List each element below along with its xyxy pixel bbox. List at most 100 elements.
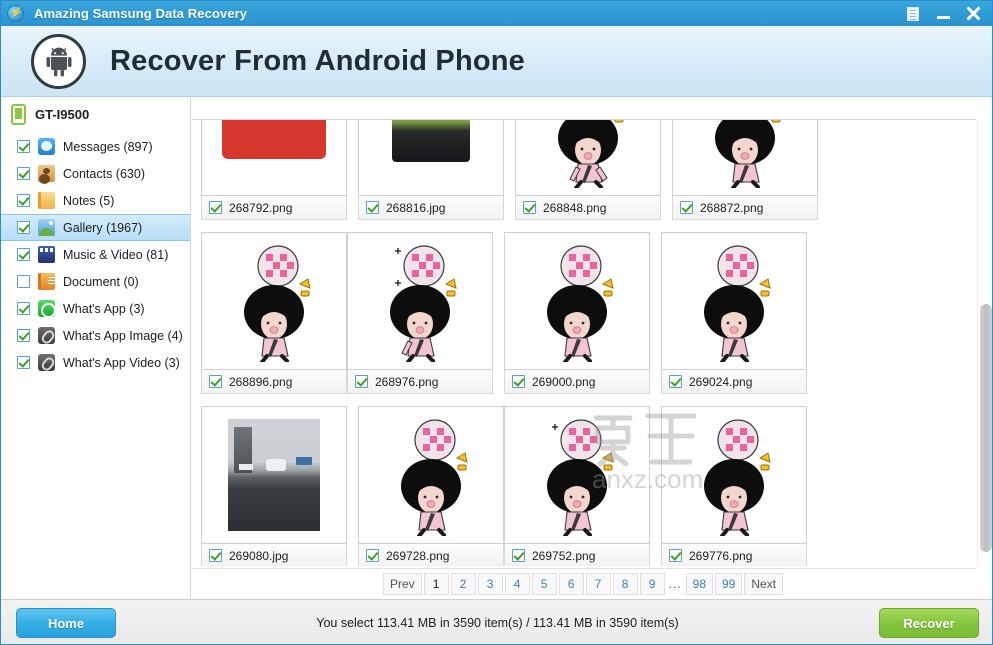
thumbnail-disco-dancer[interactable] [515,120,661,196]
checkbox-contacts[interactable] [17,167,30,180]
pagination-next[interactable]: Next [744,573,784,595]
checkbox-whatsapp-video[interactable] [17,356,30,369]
vertical-scrollbar[interactable] [977,119,992,566]
checkbox-gallery-item[interactable] [523,201,536,214]
gallery-item-name-row[interactable]: 268896.png [201,370,347,394]
gallery-item[interactable]: 269080.jpg [201,406,347,566]
sidebar: GT-I9500 Messages (897) Contacts (630) N… [1,98,191,599]
gallery-item-name-row[interactable]: 268848.png [515,196,661,220]
gallery-item[interactable]: 268816.jpg [358,120,504,220]
gallery-item[interactable]: 268976.png [347,232,493,394]
checkbox-gallery-item[interactable] [512,549,525,562]
pagination-page-99[interactable]: 99 [715,573,743,595]
gallery-item[interactable]: 269728.png [358,406,504,566]
sidebar-item-label: Notes (5) [63,193,115,208]
pagination-page-5[interactable]: 5 [531,573,557,595]
thumbnail-disco-dancer[interactable] [672,120,818,196]
thumbnail-disco-dancer[interactable] [358,406,504,544]
sidebar-item-label: Messages (897) [63,139,153,154]
gallery-item-name-row[interactable]: 268792.png [201,196,347,220]
thumbnail-disco-dancer[interactable] [661,232,807,370]
minimize-icon[interactable] [935,6,951,22]
sidebar-item-whatsapp-image[interactable]: What's App Image (4) [1,322,190,349]
checkbox-whatsapp[interactable] [17,302,30,315]
document-menu-icon[interactable] [905,6,921,22]
category-list: Messages (897) Contacts (630) Notes (5) … [1,133,190,376]
checkbox-gallery-item[interactable] [209,201,222,214]
scrollbar-thumb[interactable] [980,304,992,552]
thumbnail-grid-viewport: 268792.png 268816.jpg 268848.png 268872.… [192,119,976,566]
pagination-page-6[interactable]: 6 [558,573,584,595]
pagination-page-1[interactable]: 1 [423,573,449,595]
file-name: 269752.png [532,548,596,563]
pagination-prev[interactable]: Prev [382,573,422,595]
sidebar-item-gallery[interactable]: Gallery (1967) [1,214,190,241]
thumbnail-disco-dancer[interactable] [347,232,493,370]
gallery-item-name-row[interactable]: 269776.png [661,544,807,566]
home-button[interactable]: Home [16,608,116,638]
checkbox-notes[interactable] [17,194,30,207]
gallery-item[interactable]: 268848.png [515,120,661,220]
gallery-item-name-row[interactable]: 269024.png [661,370,807,394]
thumbnail-food-photo[interactable] [358,120,504,196]
thumbnail-red-rounded-square[interactable] [201,120,347,196]
checkbox-gallery-item[interactable] [209,549,222,562]
gallery-item-name-row[interactable]: 269080.jpg [201,544,347,566]
thumbnail-disco-dancer[interactable] [504,232,650,370]
checkbox-gallery-item[interactable] [366,549,379,562]
thumbnail-disco-dancer[interactable] [661,406,807,544]
checkbox-whatsapp-image[interactable] [17,329,30,342]
gallery-item[interactable]: 268792.png [201,120,347,220]
pagination-page-9[interactable]: 9 [639,573,665,595]
title-bar: ⚡ Amazing Samsung Data Recovery [1,1,992,26]
gallery-item-name-row[interactable]: 268872.png [672,196,818,220]
checkbox-gallery-item[interactable] [355,375,368,388]
file-name: 268896.png [229,374,293,389]
checkbox-messages[interactable] [17,140,30,153]
whatsapp-icon [38,300,56,318]
sidebar-item-notes[interactable]: Notes (5) [1,187,190,214]
pagination-page-4[interactable]: 4 [504,573,530,595]
checkbox-gallery-item[interactable] [680,201,693,214]
checkbox-gallery-item[interactable] [669,375,682,388]
window-controls [905,6,992,22]
checkbox-gallery-item[interactable] [512,375,525,388]
gallery-item[interactable]: 269752.png [504,406,650,566]
thumbnail-disco-dancer[interactable] [504,406,650,544]
checkbox-gallery[interactable] [17,221,30,234]
gallery-item-name-row[interactable]: 269728.png [358,544,504,566]
sidebar-item-document[interactable]: Document (0) [1,268,190,295]
pagination-page-8[interactable]: 8 [612,573,638,595]
pagination-page-3[interactable]: 3 [477,573,503,595]
device-row[interactable]: GT-I9500 [1,98,190,130]
checkbox-gallery-item[interactable] [366,201,379,214]
sidebar-item-messages[interactable]: Messages (897) [1,133,190,160]
footer-bar: Home You select 113.41 MB in 3590 item(s… [1,599,992,644]
sidebar-item-whatsapp-video[interactable]: What's App Video (3) [1,349,190,376]
sidebar-item-whatsapp[interactable]: What's App (3) [1,295,190,322]
thumbnail-street-photo[interactable] [201,406,347,544]
gallery-item-name-row[interactable]: 269752.png [504,544,650,566]
pagination-page-98[interactable]: 98 [685,573,713,595]
gallery-item[interactable]: 268872.png [672,120,818,220]
checkbox-music-video[interactable] [17,248,30,261]
thumbnail-disco-dancer[interactable] [201,232,347,370]
checkbox-gallery-item[interactable] [669,549,682,562]
file-name: 269000.png [532,374,596,389]
close-icon[interactable] [965,6,981,22]
pagination-page-7[interactable]: 7 [585,573,611,595]
recover-button[interactable]: Recover [879,608,979,638]
checkbox-gallery-item[interactable] [209,375,222,388]
sidebar-item-music-video[interactable]: Music & Video (81) [1,241,190,268]
gallery-item[interactable]: 269024.png [661,232,807,394]
gallery-item-name-row[interactable]: 268816.jpg [358,196,504,220]
gallery-item[interactable]: 269000.png [504,232,650,394]
pagination-page-2[interactable]: 2 [450,573,476,595]
gallery-item[interactable]: 269776.png [661,406,807,566]
pagination-ellipsis: ... [668,577,682,591]
checkbox-document[interactable] [17,275,30,288]
gallery-item[interactable]: 268896.png [201,232,347,394]
gallery-item-name-row[interactable]: 269000.png [504,370,650,394]
gallery-item-name-row[interactable]: 268976.png [347,370,493,394]
sidebar-item-contacts[interactable]: Contacts (630) [1,160,190,187]
